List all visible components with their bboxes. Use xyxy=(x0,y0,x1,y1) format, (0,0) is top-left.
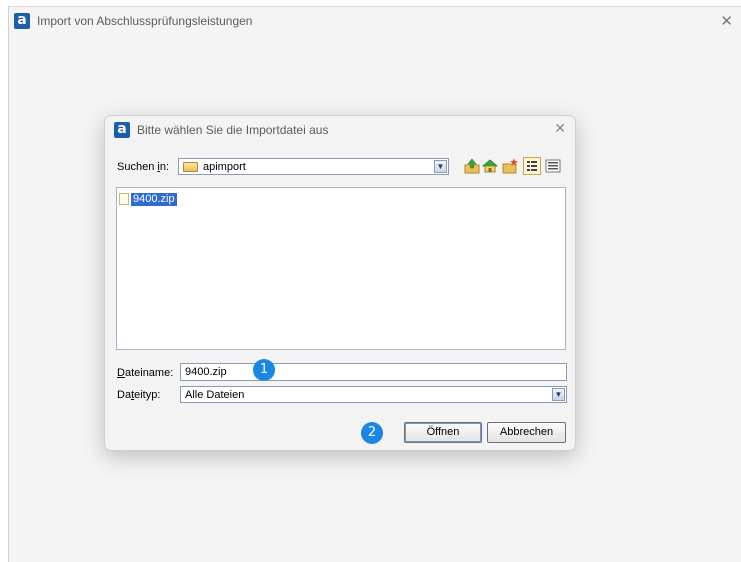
file-icon xyxy=(119,193,129,205)
file-name: 9400.zip xyxy=(131,192,177,206)
filetype-value: Alle Dateien xyxy=(185,389,245,401)
file-list[interactable]: 9400.zip xyxy=(116,187,566,350)
chevron-down-icon[interactable]: ▼ xyxy=(434,160,447,173)
look-in-label: Suchen in: xyxy=(117,161,170,173)
look-in-value: apimport xyxy=(203,161,246,173)
window-close-icon[interactable]: ✕ xyxy=(720,12,733,30)
window-title: Import von Abschlussprüfungsleistungen xyxy=(37,14,253,28)
window-title-bar: a Import von Abschlussprüfungsleistungen… xyxy=(9,7,741,35)
filename-input[interactable]: 9400.zip xyxy=(180,363,567,381)
up-folder-icon[interactable] xyxy=(464,158,480,174)
dialog-title-bar: a Bitte wählen Sie die Importdatei aus ✕ xyxy=(105,116,575,144)
list-view-icon[interactable] xyxy=(523,157,541,175)
chevron-down-icon[interactable]: ▼ xyxy=(552,388,565,401)
look-in-combo[interactable]: apimport ▼ xyxy=(178,158,449,175)
callout-badge-2: 2 xyxy=(361,422,383,444)
app-logo-icon: a xyxy=(114,122,130,138)
open-button[interactable]: Öffnen xyxy=(404,422,482,443)
filetype-combo[interactable]: Alle Dateien ▼ xyxy=(180,386,567,403)
filetype-label: Dateityp: xyxy=(117,389,161,401)
file-chooser-dialog: a Bitte wählen Sie die Importdatei aus ✕… xyxy=(104,115,576,451)
folder-icon xyxy=(183,162,198,172)
home-icon[interactable] xyxy=(482,158,498,174)
details-view-icon[interactable] xyxy=(545,158,561,174)
list-item[interactable]: 9400.zip xyxy=(119,192,177,206)
cancel-button[interactable]: Abbrechen xyxy=(487,422,566,443)
callout-badge-1: 1 xyxy=(253,359,275,381)
app-logo-icon: a xyxy=(14,13,30,29)
dialog-title: Bitte wählen Sie die Importdatei aus xyxy=(137,123,329,137)
dialog-close-icon[interactable]: ✕ xyxy=(554,121,566,137)
filename-label: Dateiname: xyxy=(117,367,174,379)
new-folder-icon[interactable] xyxy=(502,158,518,174)
